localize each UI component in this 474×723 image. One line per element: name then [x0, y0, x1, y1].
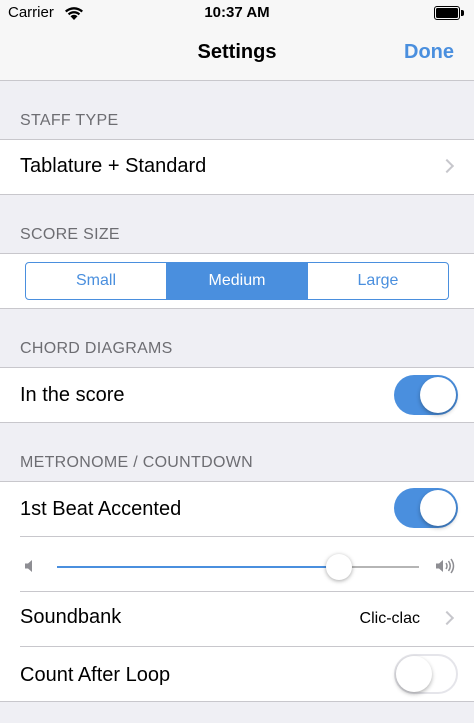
done-button[interactable]: Done: [404, 41, 454, 64]
separator: [20, 536, 474, 537]
score-size-segmented-control: Small Medium Large: [25, 262, 449, 300]
battery-icon: [434, 6, 464, 20]
count-after-loop-toggle[interactable]: [394, 654, 458, 694]
soundbank-value: Clic-clac: [359, 610, 420, 627]
segment-small[interactable]: Small: [26, 263, 167, 299]
segment-medium[interactable]: Medium: [167, 263, 308, 299]
volume-slider[interactable]: [57, 554, 419, 580]
soundbank-row[interactable]: Soundbank Clic-clac: [0, 592, 474, 646]
nav-bar: Settings Done: [0, 26, 474, 81]
section-header-staff-type: STAFF TYPE: [20, 112, 119, 129]
volume-low-icon: [25, 560, 32, 572]
page-title: Settings: [197, 41, 277, 63]
chevron-right-icon: [439, 158, 455, 174]
in-score-toggle[interactable]: [394, 375, 458, 415]
section-header-metronome: METRONOME / COUNTDOWN: [20, 454, 253, 471]
section-header-chord-diagrams: CHORD DIAGRAMS: [20, 340, 173, 357]
in-score-row: In the score: [0, 368, 474, 422]
in-score-label: In the score: [20, 384, 125, 406]
status-time: 10:37 AM: [204, 4, 270, 21]
count-after-loop-label: Count After Loop: [20, 664, 171, 686]
separator: [0, 308, 474, 309]
soundbank-label: Soundbank: [20, 606, 122, 628]
separator: [0, 422, 474, 423]
section-header-score-size: SCORE SIZE: [20, 226, 120, 243]
status-bar: Carrier 10:37 AM: [0, 0, 474, 26]
separator: [0, 701, 474, 702]
separator: [0, 194, 474, 195]
chevron-right-icon: [439, 610, 455, 626]
staff-type-label: Tablature + Standard: [20, 155, 207, 177]
staff-type-row[interactable]: Tablature + Standard: [0, 140, 474, 194]
accent-label: 1st Beat Accented: [20, 498, 182, 520]
segment-large[interactable]: Large: [308, 263, 448, 299]
volume-slider-fill: [57, 566, 340, 568]
count-after-loop-row: Count After Loop: [0, 647, 474, 701]
accent-row: 1st Beat Accented: [0, 482, 474, 536]
volume-high-icon: [436, 558, 455, 574]
accent-toggle[interactable]: [394, 488, 458, 528]
